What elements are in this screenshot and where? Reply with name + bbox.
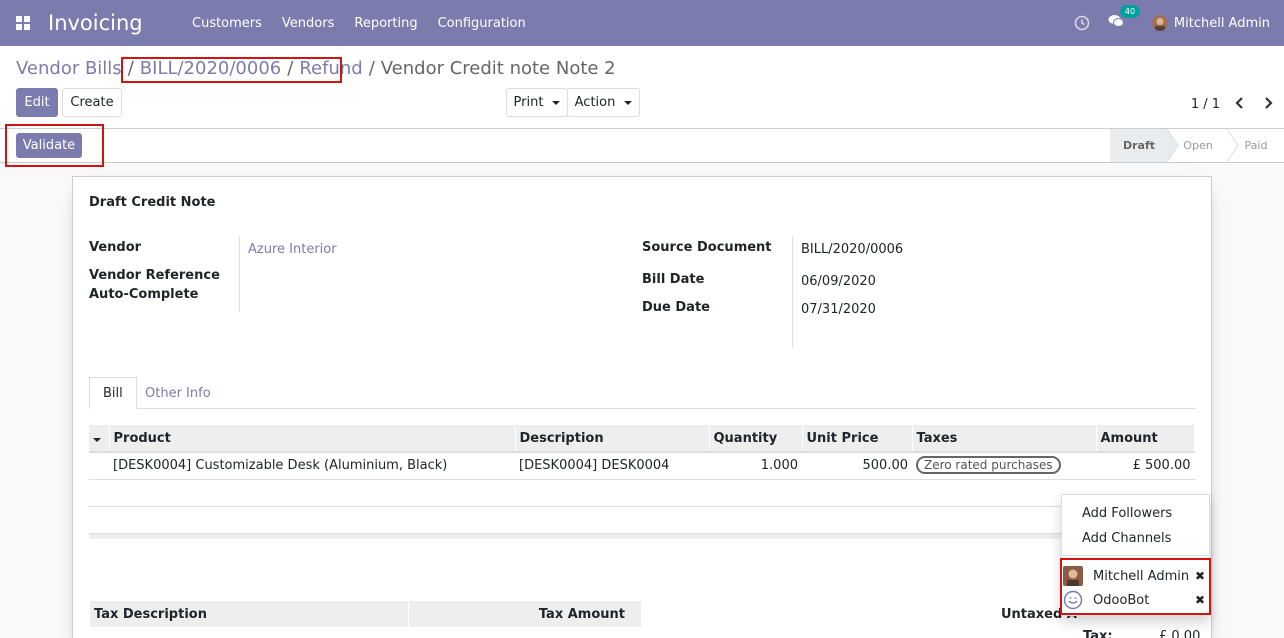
tax-total-value: £ 0.00	[1159, 629, 1201, 638]
chevron-left-icon[interactable]	[1234, 95, 1246, 111]
table-footer	[89, 533, 1195, 539]
follower-name: Mitchell Admin	[1093, 568, 1190, 584]
navbar-systray: 40 Mitchell Admin	[1074, 0, 1284, 46]
user-avatar[interactable]	[1151, 15, 1168, 31]
table-row-empty	[89, 479, 1195, 507]
stage-progress: Draft Open Paid	[1110, 129, 1284, 162]
source-document-field[interactable]: BILL/2020/0006	[801, 242, 903, 257]
remove-follower-icon[interactable]: ✖	[1195, 569, 1207, 583]
clock-icon[interactable]	[1074, 15, 1090, 31]
top-navbar: Invoicing Customers Vendors Reporting Co…	[0, 0, 1284, 46]
source-document-label: Source Document	[642, 240, 772, 255]
table-row-empty	[89, 506, 1195, 534]
line-amount: £ 500.00	[1096, 452, 1195, 480]
add-channels-item[interactable]: Add Channels	[1082, 531, 1171, 546]
invoice-lines-table: Product Description Quantity Unit Price …	[89, 425, 1195, 539]
column-header-unit-price[interactable]: Unit Price	[802, 425, 913, 453]
menu-item-customers[interactable]: Customers	[192, 16, 262, 31]
breadcrumb-separator: /	[127, 58, 134, 79]
status-bar	[0, 129, 1284, 163]
action-label: Action	[574, 95, 616, 110]
pager-value[interactable]: 1 / 1	[1191, 97, 1220, 112]
tab-other-info[interactable]: Other Info	[132, 377, 224, 409]
avatar	[1063, 566, 1083, 586]
column-header-description[interactable]: Description	[515, 425, 710, 453]
tax-total-label: Tax:	[1083, 629, 1113, 638]
line-quantity[interactable]: 1.000	[709, 452, 802, 480]
edit-button[interactable]: Edit	[16, 88, 58, 117]
breadcrumb-refund[interactable]: Refund	[299, 58, 362, 79]
user-menu-name[interactable]: Mitchell Admin	[1174, 16, 1270, 31]
stage-draft: Draft	[1110, 129, 1168, 162]
field-divider	[239, 237, 240, 312]
breadcrumb-current: Vendor Credit note Note 2	[380, 58, 616, 79]
column-header-tax-description: Tax Description	[90, 601, 409, 627]
tab-bill[interactable]: Bill	[89, 377, 137, 409]
apps-menu-icon[interactable]	[0, 0, 46, 46]
follower-item[interactable]: Mitchell Admin ✖	[1063, 565, 1207, 587]
stage-open: Open	[1183, 139, 1213, 152]
vendor-reference-label: Vendor Reference	[89, 268, 220, 283]
validate-highlight-box	[5, 124, 104, 167]
breadcrumb-bill[interactable]: BILL/2020/0006	[140, 58, 281, 79]
field-divider	[792, 237, 793, 347]
dropdown-divider	[1062, 555, 1209, 556]
chat-count-badge: 40	[1119, 5, 1141, 18]
messaging-menu[interactable]: 40	[1108, 5, 1141, 33]
add-followers-item[interactable]: Add Followers	[1082, 506, 1172, 521]
chevron-right-icon[interactable]	[1262, 95, 1274, 111]
notebook-tabs: Bill Other Info	[89, 377, 1195, 409]
breadcrumb: Vendor Bills / BILL/2020/0006 / Refund /…	[16, 58, 616, 79]
vendor-field[interactable]: Azure Interior	[248, 242, 337, 257]
breadcrumb-separator: /	[287, 58, 294, 79]
follower-name: OdooBot	[1093, 592, 1150, 608]
breadcrumb-separator: /	[368, 58, 375, 79]
print-label: Print	[513, 95, 544, 110]
column-header-taxes[interactable]: Taxes	[912, 425, 1097, 453]
auto-complete-label: Auto-Complete	[89, 287, 199, 302]
caret-down-icon	[624, 100, 633, 105]
menu-item-vendors[interactable]: Vendors	[282, 16, 334, 31]
follower-item[interactable]: OdooBot ✖	[1063, 589, 1207, 611]
due-date-label: Due Date	[642, 300, 710, 315]
odoobot-avatar	[1063, 590, 1083, 610]
column-header-amount[interactable]: Amount	[1096, 425, 1195, 453]
column-header-product[interactable]: Product	[109, 425, 516, 453]
tax-summary-table: Tax Description Tax Amount	[90, 601, 642, 627]
column-header-tax-amount: Tax Amount	[408, 601, 642, 627]
tax-badge: Zero rated purchases	[916, 456, 1061, 475]
vendor-label: Vendor	[89, 240, 142, 255]
menu-item-configuration[interactable]: Configuration	[438, 16, 526, 31]
line-unit-price[interactable]: 500.00	[802, 452, 912, 480]
create-button[interactable]: Create	[62, 88, 122, 117]
remove-follower-icon[interactable]: ✖	[1195, 593, 1207, 607]
sort-caret-icon[interactable]	[89, 425, 110, 453]
line-product[interactable]: [DESK0004] Customizable Desk (Aluminium,…	[109, 452, 515, 480]
breadcrumb-vendor-bills[interactable]: Vendor Bills	[16, 58, 122, 79]
table-row[interactable]: [DESK0004] Customizable Desk (Aluminium,…	[89, 452, 1195, 480]
line-description[interactable]: [DESK0004] DESK0004	[515, 452, 709, 480]
due-date-field[interactable]: 07/31/2020	[801, 302, 876, 317]
menu-item-reporting[interactable]: Reporting	[354, 16, 417, 31]
stage-paid: Paid	[1244, 139, 1268, 152]
bill-date-label: Bill Date	[642, 272, 705, 287]
action-dropdown[interactable]: Action	[567, 88, 640, 117]
column-header-quantity[interactable]: Quantity	[709, 425, 803, 453]
line-taxes-cell[interactable]: Zero rated purchases	[912, 452, 1096, 480]
main-menu: Customers Vendors Reporting Configuratio…	[192, 16, 526, 31]
app-title[interactable]: Invoicing	[48, 11, 192, 35]
caret-down-icon	[552, 100, 561, 105]
form-sheet: Draft Credit Note Vendor Azure Interior …	[72, 176, 1212, 638]
bill-date-field[interactable]: 06/09/2020	[801, 274, 876, 289]
control-panel: Vendor Bills / BILL/2020/0006 / Refund /…	[0, 46, 1284, 129]
document-status-title: Draft Credit Note	[89, 195, 216, 210]
print-dropdown[interactable]: Print	[506, 88, 568, 117]
